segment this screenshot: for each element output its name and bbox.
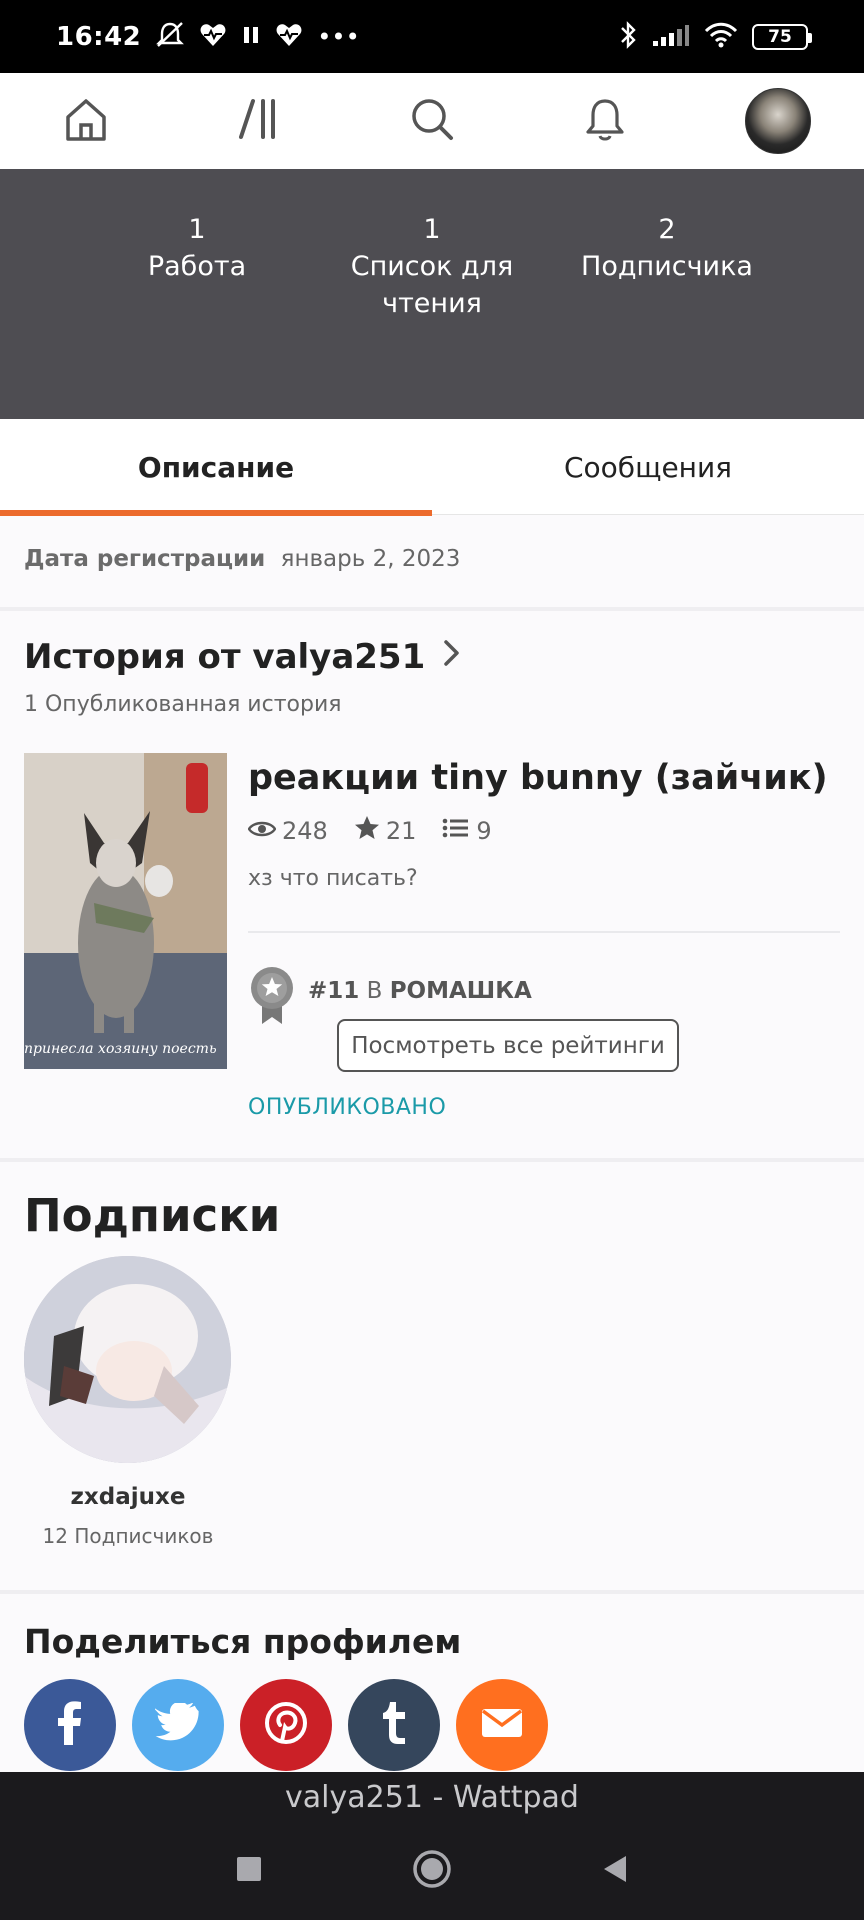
nav-profile[interactable]	[691, 73, 864, 169]
tab-about[interactable]: Описание	[0, 419, 432, 516]
rank-in: В	[366, 978, 383, 1004]
heart-pulse-icon	[199, 22, 227, 52]
mute-alarm-icon	[155, 21, 185, 53]
status-left: 16:42 •••	[56, 21, 360, 53]
reads-count: 248	[282, 817, 328, 845]
divider	[0, 1158, 864, 1162]
recent-apps-button[interactable]	[234, 1854, 264, 1888]
rank-tag: РОМАШКА	[389, 978, 532, 1004]
share-pinterest-button[interactable]	[240, 1679, 332, 1771]
story-cover-art	[24, 753, 227, 1069]
home-button[interactable]	[411, 1848, 453, 1894]
stat-followers-label: Подписчика	[581, 251, 753, 282]
votes-count: 21	[385, 817, 417, 845]
star-icon	[354, 815, 380, 847]
parts-count: 9	[476, 817, 492, 845]
back-button[interactable]	[600, 1853, 630, 1889]
following-user-name[interactable]: zxdajuxe	[28, 1484, 228, 1510]
stories-title: История от valya251	[24, 637, 426, 677]
share-tumblr-button[interactable]	[348, 1679, 440, 1771]
eye-icon	[247, 817, 277, 845]
system-navigation-bar	[0, 1822, 864, 1920]
following-avatar-art	[24, 1256, 231, 1463]
following-user-followers: 12 Подписчиков	[42, 1524, 214, 1548]
registration-info: Дата регистрации январь 2, 2023	[24, 546, 460, 572]
registration-date: январь 2, 2023	[280, 546, 461, 572]
nav-notifications[interactable]	[518, 73, 691, 169]
share-profile-title: Поделиться профилем	[24, 1622, 462, 1661]
divider	[0, 1590, 864, 1594]
stories-header[interactable]: История от valya251	[24, 637, 463, 677]
stat-reading-lists-label: Список для чтения	[350, 251, 514, 319]
nav-search[interactable]	[346, 73, 519, 169]
status-time: 16:42	[56, 21, 142, 52]
battery-indicator: 75	[752, 23, 812, 50]
rank-number: #11	[308, 978, 360, 1004]
library-icon	[235, 95, 283, 147]
parts-stat: 9	[442, 817, 492, 845]
stat-works-value: 1	[188, 214, 206, 245]
status-right: 75	[618, 20, 812, 54]
profile-tabs: Описание Сообщения	[0, 419, 864, 516]
stat-reading-lists-value: 1	[423, 214, 441, 245]
stat-reading-lists[interactable]: 1 Список для чтения	[332, 211, 532, 322]
stories-count: 1 Опубликованная история	[24, 692, 342, 717]
stat-followers-value: 2	[658, 214, 676, 245]
story-description: хз что писать?	[248, 866, 418, 891]
bluetooth-icon	[618, 20, 638, 54]
reads-stat: 248	[247, 817, 328, 845]
page-title-bar: valya251 - Wattpad	[0, 1772, 864, 1822]
app-screen: 16:42 ••• 75 1 Работа 1 Список для чтени…	[0, 0, 864, 1920]
profile-avatar	[744, 88, 811, 154]
twitter-icon	[150, 1701, 201, 1747]
profile-stats-band: 1 Работа 1 Список для чтения 2 Подписчик…	[0, 169, 864, 419]
story-stats: 248 21 9	[247, 815, 492, 847]
tumblr-icon	[378, 1700, 410, 1750]
share-email-button[interactable]	[456, 1679, 548, 1771]
stat-followers[interactable]: 2 Подписчика	[567, 211, 767, 285]
pause-icon	[241, 24, 261, 50]
facebook-icon	[50, 1699, 90, 1751]
votes-stat: 21	[354, 815, 417, 847]
home-icon	[62, 95, 110, 147]
signal-icon	[652, 23, 690, 51]
share-facebook-button[interactable]	[24, 1679, 116, 1771]
share-twitter-button[interactable]	[132, 1679, 224, 1771]
stat-works[interactable]: 1 Работа	[97, 211, 297, 285]
nav-home[interactable]	[0, 73, 173, 169]
following-title: Подписки	[24, 1189, 281, 1242]
view-all-rankings-button[interactable]: Посмотреть все рейтинги	[337, 1019, 679, 1072]
chevron-right-icon	[441, 637, 463, 677]
tab-messages[interactable]: Сообщения	[432, 419, 864, 515]
story-divider	[248, 931, 840, 933]
stat-works-label: Работа	[147, 251, 247, 282]
top-navigation	[0, 73, 864, 169]
registration-label: Дата регистрации	[24, 546, 266, 572]
bell-icon	[581, 95, 629, 147]
email-icon	[480, 1707, 524, 1743]
pinterest-icon	[264, 1701, 308, 1749]
divider	[0, 607, 864, 611]
cover-caption: принесла хозяину поесть	[24, 1041, 217, 1057]
nav-library[interactable]	[173, 73, 346, 169]
story-status: ОПУБЛИКОВАНО	[248, 1095, 447, 1120]
story-title[interactable]: реакции tiny bunny (зайчик)	[248, 758, 828, 798]
list-icon	[442, 817, 470, 845]
heart-pulse-icon-2	[275, 22, 303, 52]
rank-badge-icon	[248, 966, 296, 1026]
story-cover[interactable]: принесла хозяину поесть	[24, 753, 227, 1069]
following-user-avatar[interactable]	[24, 1256, 231, 1463]
share-buttons	[24, 1679, 548, 1771]
search-icon	[408, 95, 456, 147]
wifi-icon	[704, 22, 738, 52]
story-rank: #11 В РОМАШКА	[308, 978, 532, 1004]
status-bar: 16:42 ••• 75	[0, 0, 864, 73]
more-notifications-icon: •••	[317, 22, 360, 51]
